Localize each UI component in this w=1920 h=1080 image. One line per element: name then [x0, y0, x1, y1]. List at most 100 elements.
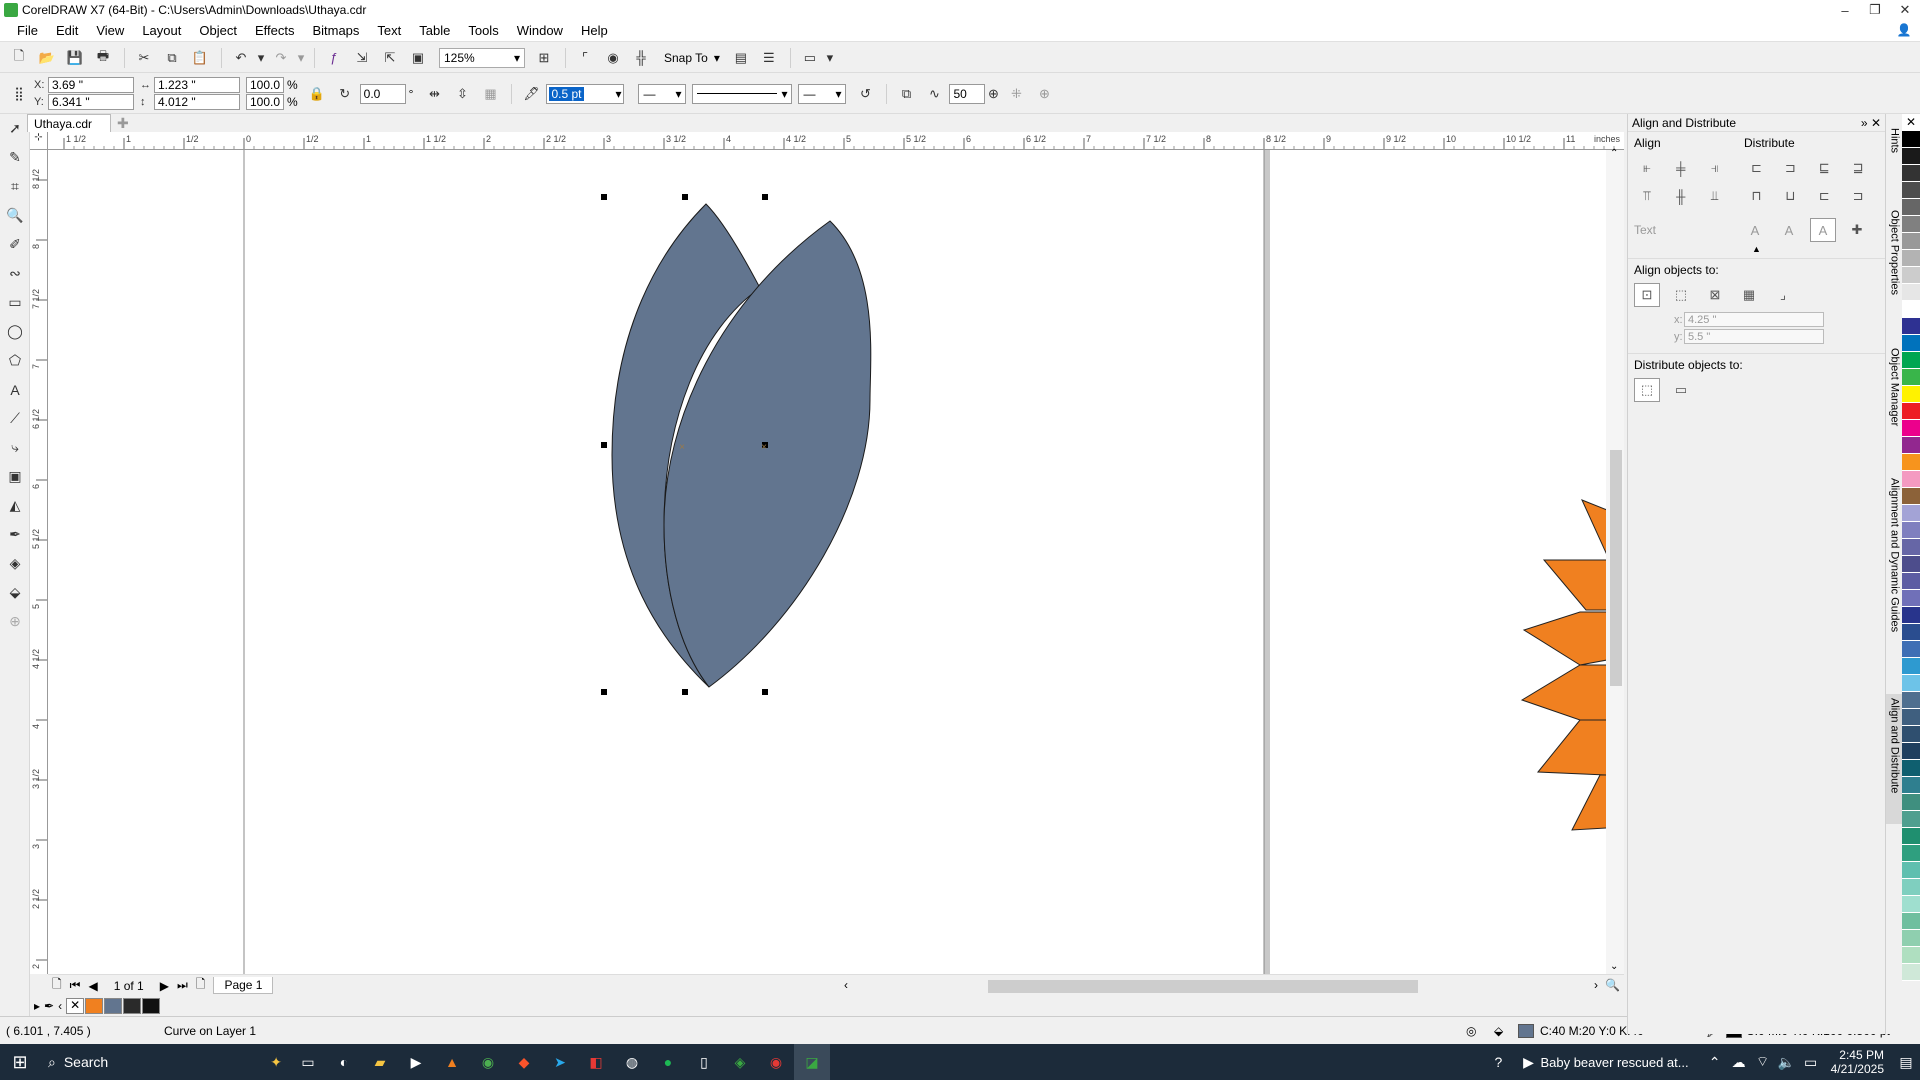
close-curve-icon[interactable]: ↺ — [852, 83, 878, 105]
next-page-icon[interactable]: ▶ — [160, 979, 169, 993]
transparency-tool-icon[interactable]: ◭ — [0, 491, 30, 520]
user-account-icon[interactable]: 👤 — [1896, 23, 1912, 39]
scale-width-input[interactable]: 100.0 — [246, 77, 284, 93]
chevron-down-icon[interactable]: ▾ — [825, 47, 835, 69]
outline-width-select[interactable]: 0.5 pt ▾ — [546, 83, 625, 104]
import-icon[interactable]: ⇲ — [349, 47, 375, 69]
previous-page-icon[interactable]: ◀ — [88, 979, 97, 993]
application-launcher-icon[interactable]: ▭ — [797, 47, 823, 69]
page-center-icon[interactable]: ⊠ — [1702, 283, 1728, 307]
file-explorer-icon[interactable]: ▰ — [362, 1044, 398, 1080]
palette-color-swatch[interactable] — [1902, 556, 1920, 573]
add-tool-icon[interactable]: ⊕ — [0, 607, 30, 636]
palette-color-swatch[interactable] — [1902, 522, 1920, 539]
fill-color-swatch[interactable] — [1518, 1024, 1534, 1038]
height-input[interactable]: 4.012 " — [154, 94, 240, 110]
palette-color-swatch[interactable] — [1902, 539, 1920, 556]
palette-color-swatch[interactable] — [1902, 216, 1920, 233]
text-tool-icon[interactable]: A — [0, 375, 30, 404]
outline-mode-icon[interactable]: ✚ — [1844, 218, 1870, 242]
vlc-icon[interactable]: ▲ — [434, 1044, 470, 1080]
color-palette[interactable]: ✕ — [1902, 114, 1920, 1034]
export-icon[interactable]: ⇱ — [377, 47, 403, 69]
page-extent-icon[interactable]: ▭ — [1668, 378, 1694, 402]
menu-help[interactable]: Help — [572, 23, 617, 38]
line-style-select[interactable]: ▾ — [692, 83, 793, 104]
scroll-up-icon[interactable]: ⌃ — [1610, 148, 1618, 159]
options-icon[interactable]: ☰ — [756, 47, 782, 69]
minimize-button[interactable]: – — [1830, 0, 1860, 20]
distribute-top-icon[interactable]: ⊓ — [1744, 184, 1770, 208]
palette-color-swatch[interactable] — [1902, 301, 1920, 318]
scale-height-input[interactable]: 100.0 — [246, 94, 284, 110]
redo-dropdown-icon[interactable]: ▾ — [296, 47, 306, 69]
palette-color-swatch[interactable] — [1902, 964, 1920, 981]
orange-star-shape[interactable] — [1520, 499, 1606, 831]
zoom-level-select[interactable]: 125% ▾ — [439, 47, 525, 68]
align-center-vertical-icon[interactable]: ╫ — [1668, 184, 1694, 208]
palette-color-swatch[interactable] — [1902, 777, 1920, 794]
palette-color-swatch[interactable] — [1902, 760, 1920, 777]
add-page-icon[interactable]: 🗋 — [196, 975, 206, 996]
close-docker-icon[interactable]: ✕ — [1871, 116, 1881, 130]
chrome-profile-icon[interactable]: ◉ — [758, 1044, 794, 1080]
horizontal-scroll-thumb[interactable] — [988, 980, 1418, 993]
scroll-down-icon[interactable]: ⌄ — [1610, 961, 1618, 972]
palette-color-swatch[interactable] — [1902, 471, 1920, 488]
palette-scroll-icon[interactable]: ▸ — [34, 999, 40, 1013]
distribute-center-icon[interactable]: ⊐ — [1777, 156, 1803, 180]
save-icon[interactable]: 💾 — [62, 47, 88, 69]
polygon-tool-icon[interactable]: ⬠ — [0, 346, 30, 375]
palette-color-swatch[interactable] — [1902, 148, 1920, 165]
curve-smoothing-input[interactable]: 50 — [949, 83, 986, 104]
palette-color-swatch[interactable] — [1902, 318, 1920, 335]
volume-icon[interactable]: 🔈 — [1775, 1044, 1799, 1080]
align-left-icon[interactable]: ⫦ — [1634, 156, 1660, 180]
black-swatch[interactable] — [142, 998, 161, 1014]
network-icon[interactable]: ⌔ — [1751, 1044, 1775, 1080]
first-page-icon[interactable]: ⏮ — [70, 978, 81, 993]
palette-left-icon[interactable]: ‹ — [58, 999, 62, 1013]
tab-object-manager[interactable]: Object Manager — [1886, 344, 1903, 444]
ellipse-tool-icon[interactable]: ◯ — [0, 317, 30, 346]
palette-color-swatch[interactable] — [1902, 369, 1920, 386]
menu-file[interactable]: File — [8, 23, 47, 38]
align-bottom-icon[interactable]: ⫫ — [1702, 184, 1728, 208]
horizontal-ruler[interactable]: 1 1/2 1 1/2 0 1/2 1 1 1/2 2 2 1/2 3 3 1/2 4 4 1/2 5 5 … — [48, 132, 1624, 150]
palette-color-swatch[interactable] — [1902, 267, 1920, 284]
help-icon[interactable]: ? — [1480, 1044, 1516, 1080]
palette-color-swatch[interactable] — [1902, 420, 1920, 437]
palette-color-swatch[interactable] — [1902, 335, 1920, 352]
paste-icon[interactable]: 📋 — [187, 47, 213, 69]
show-rulers-icon[interactable]: ⌜ — [572, 47, 598, 69]
distribute-right-icon[interactable]: ⊒ — [1845, 156, 1871, 180]
page-tab[interactable]: Page 1 — [213, 977, 274, 994]
palette-color-swatch[interactable] — [1902, 692, 1920, 709]
end-arrowhead-select[interactable]: — ▾ — [798, 83, 847, 104]
menu-layout[interactable]: Layout — [133, 23, 190, 38]
drop-shadow-tool-icon[interactable]: ▣ — [0, 462, 30, 491]
zoom-navigator-icon[interactable]: 🔍 — [1605, 978, 1620, 992]
snap-to-dropdown[interactable]: Snap To ▾ — [656, 51, 728, 65]
parallel-dimension-tool-icon[interactable]: ⟋ — [0, 404, 30, 433]
palette-color-swatch[interactable] — [1902, 573, 1920, 590]
last-page-icon[interactable]: ⏭ — [177, 978, 188, 993]
copilot-icon[interactable]: ◐ — [326, 1044, 362, 1080]
dark-gray-swatch[interactable] — [123, 998, 142, 1014]
text-bounding-box-icon[interactable]: A — [1810, 218, 1836, 242]
palette-color-swatch[interactable] — [1902, 862, 1920, 879]
y-position-input[interactable]: 6.341 " — [48, 94, 134, 110]
collapse-arrow-icon[interactable]: ▲ — [1628, 244, 1885, 254]
align-center-horizontal-icon[interactable]: ╪ — [1668, 156, 1694, 180]
distribute-left-icon[interactable]: ⊏ — [1744, 156, 1770, 180]
open-icon[interactable]: 📂 — [34, 47, 60, 69]
menu-table[interactable]: Table — [410, 23, 459, 38]
tab-hints[interactable]: Hints — [1886, 124, 1903, 184]
connector-tool-icon[interactable]: ⤷ — [0, 433, 30, 462]
palette-color-swatch[interactable] — [1902, 845, 1920, 862]
width-input[interactable]: 1.223 " — [154, 77, 240, 93]
palette-color-swatch[interactable] — [1902, 726, 1920, 743]
distribute-spacing-icon[interactable]: ⊑ — [1811, 156, 1837, 180]
palette-color-swatch[interactable] — [1902, 352, 1920, 369]
menu-bitmaps[interactable]: Bitmaps — [303, 23, 368, 38]
